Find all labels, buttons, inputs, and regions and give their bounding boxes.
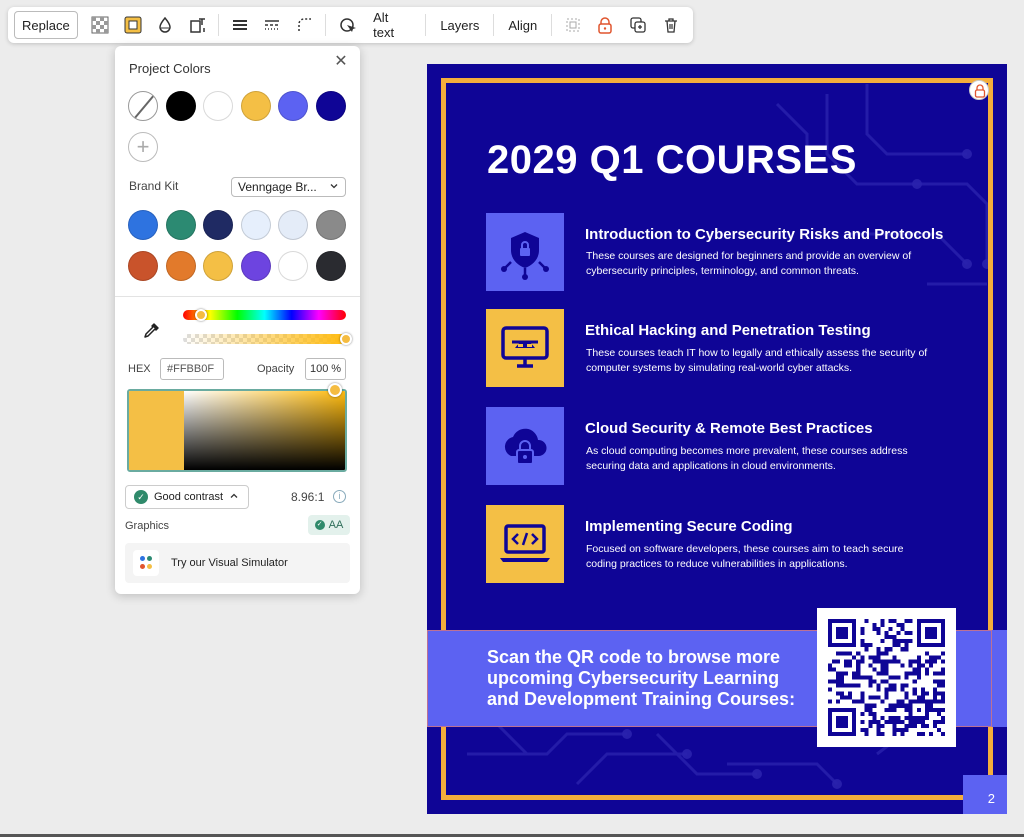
- check-icon: ✓: [134, 490, 148, 504]
- course-description[interactable]: These courses are designed for beginners…: [586, 249, 936, 279]
- laptop-code-icon[interactable]: [486, 505, 564, 583]
- graphics-label: Graphics: [125, 520, 170, 532]
- opacity-unit: %: [331, 363, 341, 375]
- transparency-icon[interactable]: [84, 11, 117, 39]
- contrast-ratio: 8.96:1: [291, 490, 325, 504]
- cloud-lock-icon[interactable]: [486, 407, 564, 485]
- opacity-slider[interactable]: [183, 334, 346, 344]
- shield-lock-icon[interactable]: [486, 213, 564, 291]
- brand-color-swatch[interactable]: [316, 251, 346, 281]
- brand-kit-dropdown[interactable]: Venngage Br...: [231, 177, 346, 197]
- panel-divider: [115, 296, 360, 297]
- animate-icon[interactable]: [330, 11, 363, 39]
- lock-icon[interactable]: [969, 80, 989, 100]
- course-description[interactable]: Focused on software developers, these co…: [586, 542, 936, 572]
- saturation-value-area[interactable]: [184, 391, 345, 470]
- course-title[interactable]: Introduction to Cybersecurity Risks and …: [585, 226, 943, 243]
- opacity-label: Opacity: [257, 363, 295, 375]
- eyedropper-icon[interactable]: [141, 321, 161, 341]
- simulator-label: Try our Visual Simulator: [171, 557, 288, 569]
- page-number: 2: [963, 775, 1007, 814]
- add-color-button[interactable]: +: [128, 132, 158, 162]
- poster-canvas[interactable]: 2029 Q1 COURSES Introduction to Cybersec…: [427, 64, 1007, 814]
- current-color-preview: [129, 391, 184, 470]
- hue-slider-handle[interactable]: [195, 309, 207, 321]
- project-color-swatch[interactable]: [278, 91, 309, 121]
- opacity-input[interactable]: 100 %: [305, 358, 346, 380]
- course-title[interactable]: Cloud Security & Remote Best Practices: [585, 420, 873, 437]
- cta-text[interactable]: Scan the QR code to browse more upcoming…: [487, 647, 807, 710]
- chevron-up-icon: [229, 491, 239, 504]
- contrast-toggle[interactable]: ✓ Good contrast: [125, 485, 249, 509]
- hex-input[interactable]: #FFBB0F: [160, 358, 224, 380]
- duplicate-icon[interactable]: [622, 11, 655, 39]
- project-color-swatch[interactable]: [165, 91, 196, 121]
- project-colors-heading: Project Colors: [129, 61, 211, 76]
- brand-color-swatch[interactable]: [240, 210, 271, 240]
- course-title[interactable]: Implementing Secure Coding: [585, 518, 793, 535]
- toolbar-divider: [551, 14, 553, 36]
- toolbar: Replace Alt text Layers Align: [8, 7, 693, 43]
- course-description[interactable]: These courses teach IT how to legally an…: [586, 346, 936, 376]
- color-picker-panel: Project Colors ✕ + Brand Kit Venngage Br…: [115, 46, 360, 594]
- project-color-swatch[interactable]: [316, 91, 346, 121]
- qr-code[interactable]: [817, 608, 956, 747]
- aa-badge: ✓ AA: [308, 515, 350, 535]
- opacity-slider-handle[interactable]: [340, 333, 352, 345]
- brand-color-swatch[interactable]: [278, 251, 309, 281]
- no-color-swatch[interactable]: [128, 91, 158, 121]
- poster-title[interactable]: 2029 Q1 COURSES: [487, 138, 857, 183]
- brand-color-swatch[interactable]: [128, 210, 158, 240]
- toolbar-divider: [218, 14, 220, 36]
- project-color-swatch[interactable]: [240, 91, 271, 121]
- corner-radius-icon[interactable]: [289, 11, 322, 39]
- toolbar-divider: [493, 14, 495, 36]
- border-color-icon[interactable]: [116, 11, 149, 39]
- check-icon: ✓: [314, 520, 325, 530]
- trash-icon[interactable]: [654, 11, 687, 39]
- hue-slider[interactable]: [183, 310, 346, 320]
- brand-color-swatch[interactable]: [165, 210, 196, 240]
- hex-label: HEX: [128, 363, 151, 375]
- course-description[interactable]: As cloud computing becomes more prevalen…: [586, 444, 936, 474]
- dash-style-icon[interactable]: [256, 11, 289, 39]
- alt-text-button[interactable]: Alt text: [363, 10, 421, 40]
- replace-button[interactable]: Replace: [14, 11, 78, 39]
- brand-color-swatch[interactable]: [128, 251, 158, 281]
- visual-simulator-button[interactable]: Try our Visual Simulator: [125, 543, 350, 583]
- brand-color-swatch[interactable]: [165, 251, 196, 281]
- saturation-picker-handle[interactable]: [328, 383, 342, 397]
- fill-icon[interactable]: [149, 11, 182, 39]
- layers-button[interactable]: Layers: [430, 11, 489, 39]
- saturation-picker[interactable]: [127, 389, 347, 472]
- group-icon[interactable]: [556, 11, 589, 39]
- contrast-label: Good contrast: [154, 491, 224, 503]
- brand-color-swatch[interactable]: [316, 210, 346, 240]
- qr-code-image: [828, 619, 945, 736]
- project-color-swatch[interactable]: [203, 91, 234, 121]
- info-icon[interactable]: i: [333, 490, 346, 503]
- line-weight-icon[interactable]: [223, 11, 256, 39]
- lock-icon[interactable]: [589, 11, 622, 39]
- simulator-icon: [133, 550, 159, 576]
- close-icon[interactable]: ✕: [332, 53, 350, 71]
- toolbar-divider: [425, 14, 427, 36]
- brand-kit-label: Brand Kit: [129, 179, 179, 193]
- monitor-hacker-icon[interactable]: [486, 309, 564, 387]
- course-title[interactable]: Ethical Hacking and Penetration Testing: [585, 322, 871, 339]
- brand-color-swatch[interactable]: [278, 210, 309, 240]
- crop-resize-icon[interactable]: [182, 11, 215, 39]
- chevron-down-icon: [329, 180, 339, 194]
- opacity-value: 100: [310, 363, 329, 375]
- brand-color-swatch[interactable]: [203, 251, 234, 281]
- toolbar-divider: [325, 14, 327, 36]
- align-button[interactable]: Align: [498, 11, 547, 39]
- aa-label: AA: [328, 519, 344, 531]
- brand-kit-value: Venngage Br...: [238, 180, 317, 194]
- brand-color-swatch[interactable]: [240, 251, 271, 281]
- brand-color-swatch[interactable]: [203, 210, 234, 240]
